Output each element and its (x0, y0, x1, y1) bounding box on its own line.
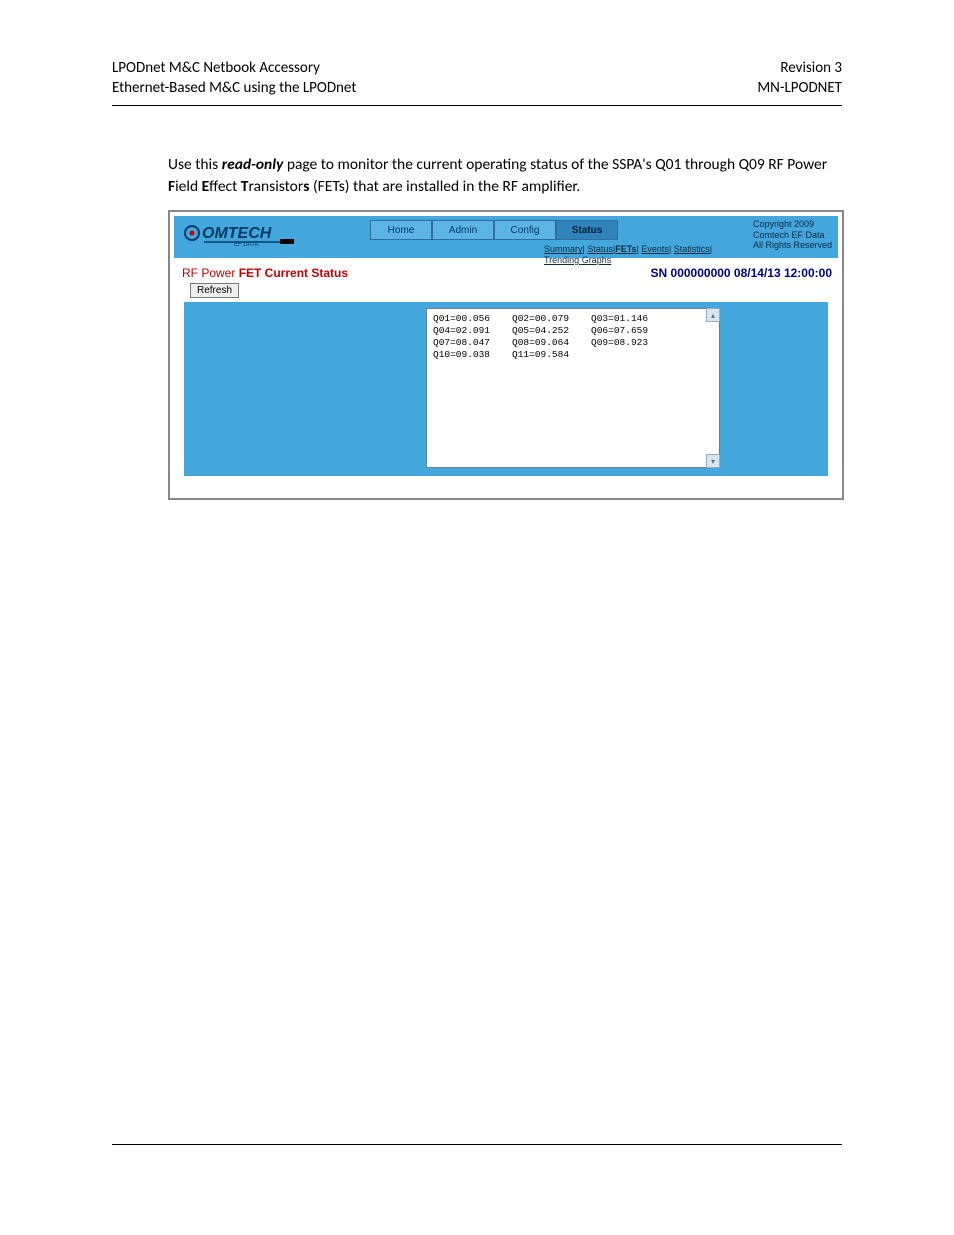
para-readonly: read-only (222, 155, 284, 174)
copyright-block: Copyright 2009 Comtech EF Data All Right… (753, 219, 832, 250)
embedded-screenshot: OMTECH EF DATA Home Admin Config Status … (168, 210, 844, 500)
app-window: OMTECH EF DATA Home Admin Config Status … (174, 216, 838, 494)
copyright-line3: All Rights Reserved (753, 240, 832, 250)
serial-timestamp: SN 000000000 08/14/13 12:00:00 (651, 266, 832, 280)
top-bar: OMTECH EF DATA Home Admin Config Status … (174, 216, 838, 258)
status-title-wrap: RF Power FET Current Status Refresh (182, 266, 348, 298)
fet-col-2: Q02=00.079 Q05=04.252 Q08=09.064 Q11=09.… (512, 313, 569, 463)
fet-col-3: Q03=01.146 Q06=07.659 Q09=08.923 (591, 313, 648, 463)
para-post: (FETs) that are installed in the RF ampl… (309, 177, 580, 196)
para-mid2: ield (175, 177, 201, 196)
subnav-sep5: | (710, 244, 712, 254)
footer-divider (112, 1144, 842, 1145)
fet-data-area: Q01=00.056 Q04=02.091 Q07=08.047 Q10=09.… (184, 302, 828, 476)
tab-home[interactable]: Home (370, 220, 432, 240)
status-subnav: Summary| Status|FETs| Events| Statistics… (544, 244, 712, 265)
doc-header-right-line1: Revision 3 (757, 58, 842, 78)
fet-readout-box: Q01=00.056 Q04=02.091 Q07=08.047 Q10=09.… (426, 308, 720, 468)
tab-config[interactable]: Config (494, 220, 556, 240)
subnav-trending[interactable]: Trending Graphs (544, 255, 611, 265)
subnav-status[interactable]: Status (587, 244, 613, 254)
doc-header-left: LPODnet M&C Netbook Accessory Ethernet-B… (112, 58, 356, 99)
copyright-line2: Comtech EF Data (753, 230, 832, 240)
doc-header-left-line1: LPODnet M&C Netbook Accessory (112, 58, 356, 78)
intro-paragraph: Use this read-only page to monitor the c… (168, 154, 842, 199)
doc-header-right: Revision 3 MN-LPODNET (757, 58, 842, 99)
para-mid3: ffect (209, 177, 241, 196)
doc-header-left-line2: Ethernet-Based M&C using the LPODnet (112, 78, 356, 98)
logo-svg: OMTECH EF DATA (182, 220, 312, 250)
para-mid1: page to monitor the current operating st… (283, 155, 827, 174)
main-tabs: Home Admin Config Status (370, 220, 618, 240)
page-title: RF Power FET Current Status (182, 266, 348, 280)
scroll-up-button[interactable]: ▴ (706, 308, 720, 322)
para-pre: Use this (168, 155, 222, 174)
subnav-statistics[interactable]: Statistics (674, 244, 710, 254)
status-header-row: RF Power FET Current Status Refresh SN 0… (174, 258, 838, 298)
copyright-line1: Copyright 2009 (753, 219, 832, 229)
fet-col-1: Q01=00.056 Q04=02.091 Q07=08.047 Q10=09.… (433, 313, 490, 463)
subnav-summary[interactable]: Summary (544, 244, 583, 254)
scroll-down-button[interactable]: ▾ (706, 454, 720, 468)
page-title-bold: FET Current Status (239, 266, 348, 280)
para-mid4: ransistor (248, 177, 303, 196)
page-title-plain: RF Power (182, 266, 239, 280)
header-divider (112, 105, 842, 106)
comtech-logo: OMTECH EF DATA (182, 220, 312, 250)
tab-status[interactable]: Status (556, 220, 618, 240)
subnav-events[interactable]: Events (641, 244, 669, 254)
document-header: LPODnet M&C Netbook Accessory Ethernet-B… (0, 0, 954, 105)
logo-sub-text: EF DATA (234, 242, 258, 248)
doc-header-right-line2: MN-LPODNET (757, 78, 842, 98)
tab-admin[interactable]: Admin (432, 220, 494, 240)
subnav-fets[interactable]: FETs (615, 244, 636, 254)
logo-main-text: OMTECH (202, 225, 272, 242)
refresh-button[interactable]: Refresh (190, 283, 239, 298)
